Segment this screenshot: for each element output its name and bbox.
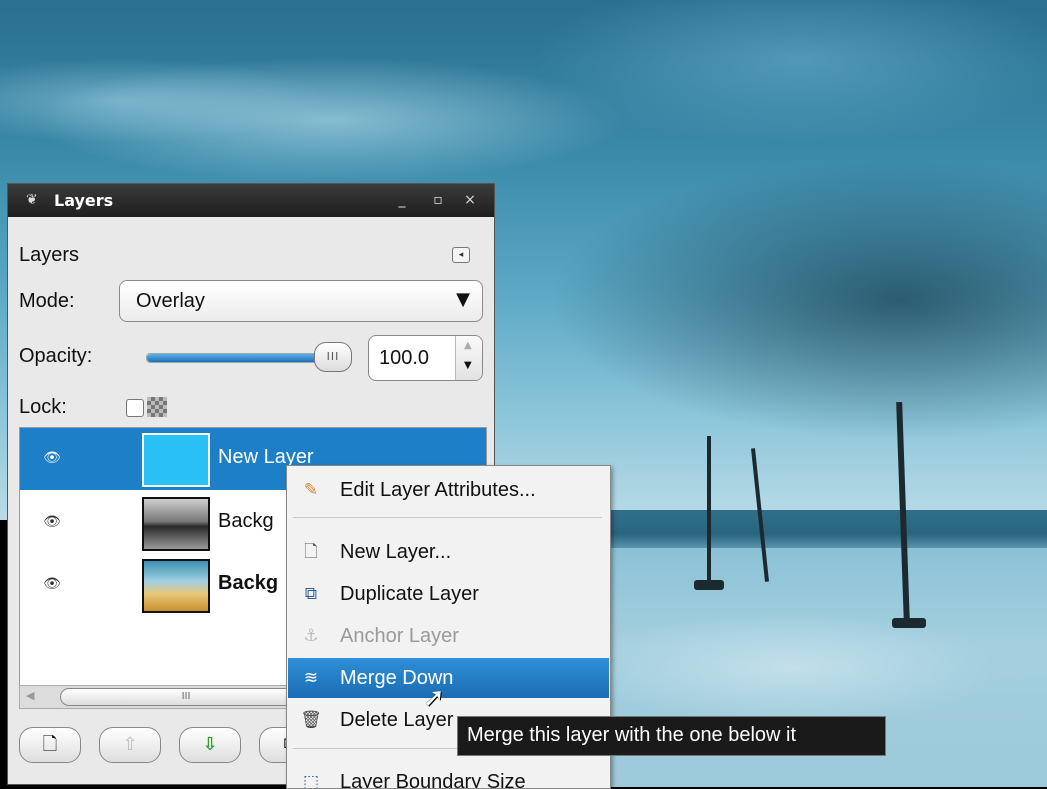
pole-base: [892, 618, 926, 628]
menu-item-edit-layer-attributes[interactable]: ✎ Edit Layer Attributes...: [288, 470, 609, 510]
minimize-button[interactable]: _: [392, 190, 412, 210]
visibility-eye-icon[interactable]: 👁: [40, 576, 64, 592]
layer-thumbnail: [142, 433, 210, 487]
menu-item-layer-boundary-size[interactable]: ⬚ Layer Boundary Size: [288, 762, 609, 789]
maximize-button[interactable]: ▫: [428, 190, 448, 210]
opacity-spinbox[interactable]: 100.0 ▲ ▼: [368, 335, 483, 381]
panel-title: Layers: [19, 244, 80, 266]
menu-item-label: Edit Layer Attributes...: [340, 479, 536, 501]
menu-item-merge-down[interactable]: ≋ Merge Down: [288, 658, 609, 698]
menu-item-new-layer[interactable]: 🗋 New Layer...: [288, 532, 609, 572]
gimp-icon: ❦: [26, 192, 38, 208]
pencil-icon: ✎: [303, 480, 319, 500]
tooltip-text: Merge this layer with the one below it: [467, 724, 797, 746]
visibility-eye-icon[interactable]: 👁: [40, 514, 64, 530]
scrollbar-thumb[interactable]: III: [60, 688, 312, 706]
menu-item-label: New Layer...: [340, 541, 452, 563]
lock-alpha-icon[interactable]: [147, 397, 167, 417]
boundary-icon: ⬚: [302, 772, 320, 789]
menu-item-duplicate-layer[interactable]: ⧉ Duplicate Layer: [288, 574, 609, 614]
duplicate-icon: ⧉: [304, 584, 318, 604]
panel-menu-button[interactable]: ◂: [452, 247, 470, 263]
spin-buttons[interactable]: ▲ ▼: [455, 336, 482, 380]
anchor-icon: ⚓: [303, 626, 319, 646]
layer-thumbnail: [142, 559, 210, 613]
spin-down-icon[interactable]: ▼: [464, 360, 472, 371]
lock-checkbox[interactable]: [126, 399, 144, 417]
scroll-left-icon[interactable]: ◀: [26, 689, 34, 702]
tooltip: Merge this layer with the one below it: [457, 716, 886, 756]
merge-icon: ≋: [303, 668, 319, 688]
layer-name: Backg: [218, 572, 279, 594]
new-document-icon: 🗋: [304, 542, 318, 562]
mode-dropdown[interactable]: Overlay ▼: [119, 280, 483, 322]
pole-base: [694, 580, 724, 590]
opacity-value: 100.0: [379, 347, 430, 369]
menu-item-label: Duplicate Layer: [340, 583, 479, 605]
trash-icon: 🗑: [300, 710, 322, 730]
new-layer-button[interactable]: 🗋: [19, 727, 81, 763]
window-title: Layers: [54, 191, 114, 210]
close-button[interactable]: ×: [460, 190, 480, 210]
raise-layer-button[interactable]: ⇧: [99, 727, 161, 763]
layer-thumbnail: [142, 497, 210, 551]
opacity-slider-handle[interactable]: III: [314, 342, 352, 372]
menu-item-anchor-layer: ⚓ Anchor Layer: [288, 616, 609, 656]
lower-layer-button[interactable]: ⇩: [179, 727, 241, 763]
layer-name: Backg: [218, 510, 274, 532]
lock-label: Lock:: [19, 396, 67, 418]
spin-up-icon[interactable]: ▲: [464, 340, 472, 351]
menu-item-label: Anchor Layer: [340, 625, 459, 647]
menu-separator: [293, 517, 602, 518]
menu-item-label: Layer Boundary Size: [340, 771, 526, 789]
chevron-down-icon: ▼: [456, 289, 470, 310]
mode-value: Overlay: [136, 290, 205, 312]
pole: [707, 436, 711, 584]
visibility-eye-icon[interactable]: 👁: [40, 450, 64, 466]
mode-label: Mode:: [19, 290, 75, 312]
opacity-label: Opacity:: [19, 345, 93, 367]
mouse-pointer-icon: ➚: [423, 683, 445, 713]
window-titlebar[interactable]: ❦ Layers _ ▫ ×: [8, 184, 494, 217]
